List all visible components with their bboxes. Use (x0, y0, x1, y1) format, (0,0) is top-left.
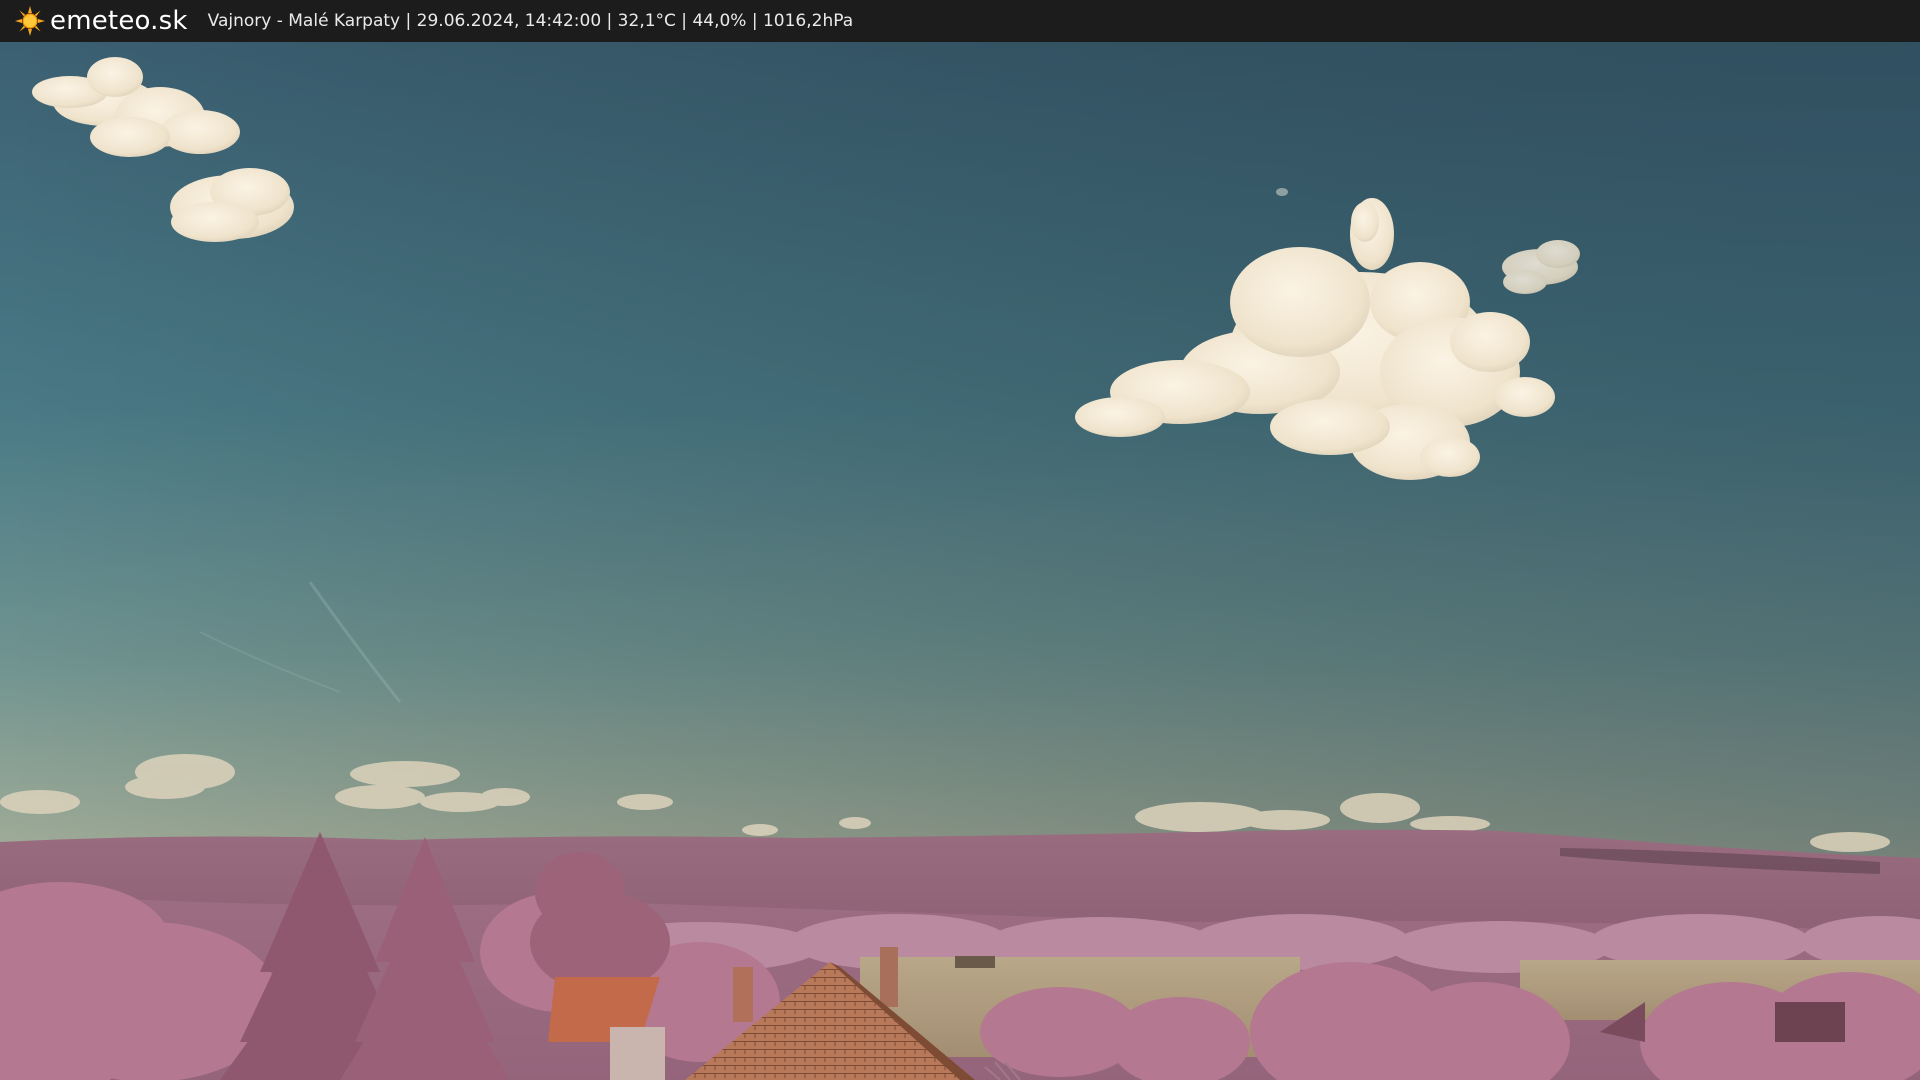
webcam-frame: emeteo.sk Vajnory - Malé Karpaty | 29.06… (0, 0, 1920, 1080)
brand-name: emeteo.sk (50, 6, 188, 36)
emeteo-logo: emeteo.sk (14, 5, 188, 37)
station-info-caption: Vajnory - Malé Karpaty | 29.06.2024, 14:… (207, 11, 854, 31)
sun-icon (15, 6, 45, 36)
webcam-image (0, 42, 1920, 1080)
caption-bar: emeteo.sk Vajnory - Malé Karpaty | 29.06… (0, 0, 1920, 42)
